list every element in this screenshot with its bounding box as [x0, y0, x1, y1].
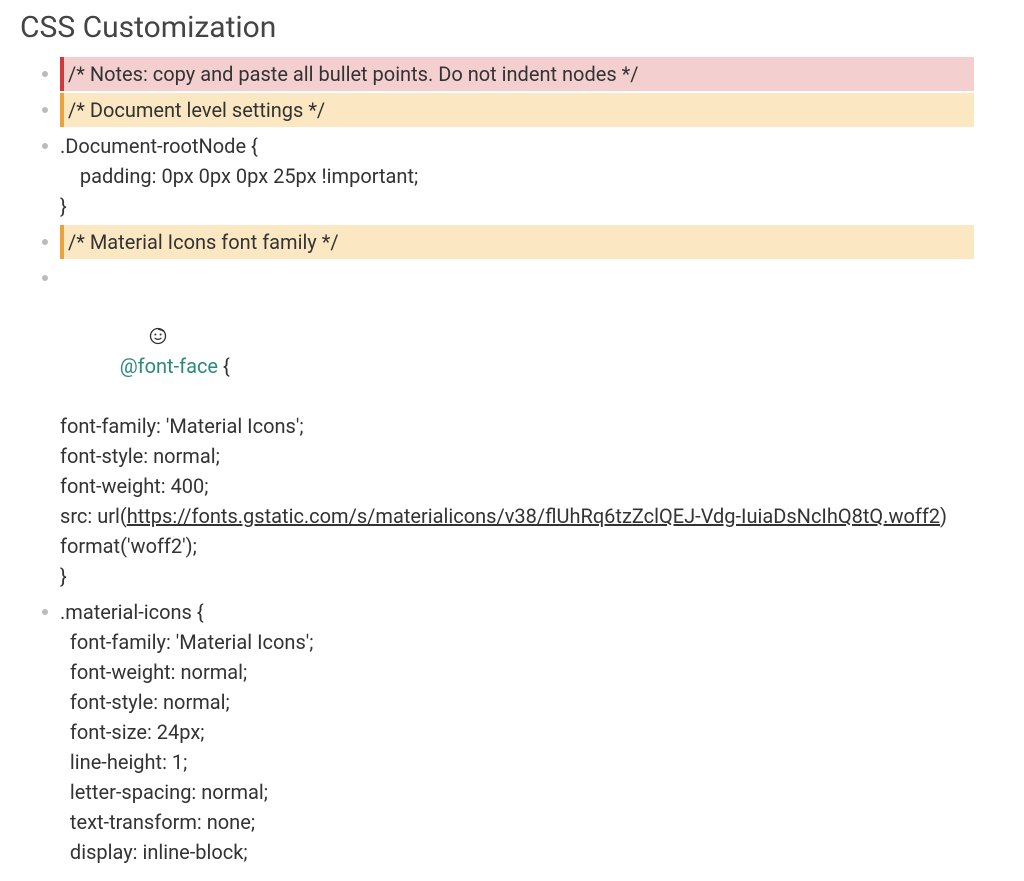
- src-prefix: src: url(: [60, 504, 127, 528]
- code-line: font-family: 'Material Icons';: [60, 627, 1004, 657]
- bullet-icon: [42, 609, 48, 615]
- code-line: font-style: normal;: [60, 687, 1004, 717]
- code-line: display: inline-block;: [60, 837, 1004, 867]
- css-list: /* Notes: copy and paste all bullet poin…: [20, 57, 1004, 869]
- list-item: .Document-rootNode { padding: 0px 0px 0p…: [20, 129, 1004, 223]
- list-item: /* Notes: copy and paste all bullet poin…: [20, 57, 1004, 91]
- comment-orange: /* Material Icons font family */: [60, 225, 974, 259]
- brace-open: {: [218, 354, 230, 378]
- at-rule: @font-face: [120, 354, 218, 378]
- code-line: line-height: 1;: [60, 747, 1004, 777]
- code-line: font-family: 'Material Icons';: [60, 411, 1004, 441]
- code-line: }: [60, 191, 1004, 221]
- list-item: /* Material Icons font family */: [20, 225, 1004, 259]
- bullet-icon: [42, 239, 48, 245]
- code-block: .material-icons { font-family: 'Material…: [60, 595, 1004, 869]
- bullet-icon: [42, 107, 48, 113]
- code-line: font-style: normal;: [60, 441, 1004, 471]
- list-item: .material-icons { font-family: 'Material…: [20, 595, 1004, 869]
- brace-close: }: [60, 561, 1004, 591]
- code-line: text-transform: none;: [60, 807, 1004, 837]
- bullet-icon: [42, 275, 48, 281]
- code-line: letter-spacing: normal;: [60, 777, 1004, 807]
- code-block: .Document-rootNode { padding: 0px 0px 0p…: [60, 129, 1004, 223]
- code-line: .Document-rootNode {: [60, 131, 1004, 161]
- font-url-link[interactable]: https://fonts.gstatic.com/s/materialicon…: [127, 504, 940, 528]
- code-line: padding: 0px 0px 0px 25px !important;: [60, 161, 1004, 191]
- page-title: CSS Customization: [20, 10, 1004, 45]
- list-item: @font-face { font-family: 'Material Icon…: [20, 261, 1004, 593]
- code-line: font-weight: normal;: [60, 657, 1004, 687]
- code-line: font-weight: 400;: [60, 471, 1004, 501]
- bullet-icon: [42, 143, 48, 149]
- comment-orange: /* Document level settings */: [60, 93, 974, 127]
- reddit-face-icon: [100, 293, 118, 311]
- code-block: @font-face { font-family: 'Material Icon…: [60, 261, 1004, 593]
- code-line: .material-icons {: [60, 597, 1004, 627]
- bullet-icon: [42, 71, 48, 77]
- code-line: font-size: 24px;: [60, 717, 1004, 747]
- comment-red: /* Notes: copy and paste all bullet poin…: [60, 57, 974, 91]
- list-item: /* Document level settings */: [20, 93, 1004, 127]
